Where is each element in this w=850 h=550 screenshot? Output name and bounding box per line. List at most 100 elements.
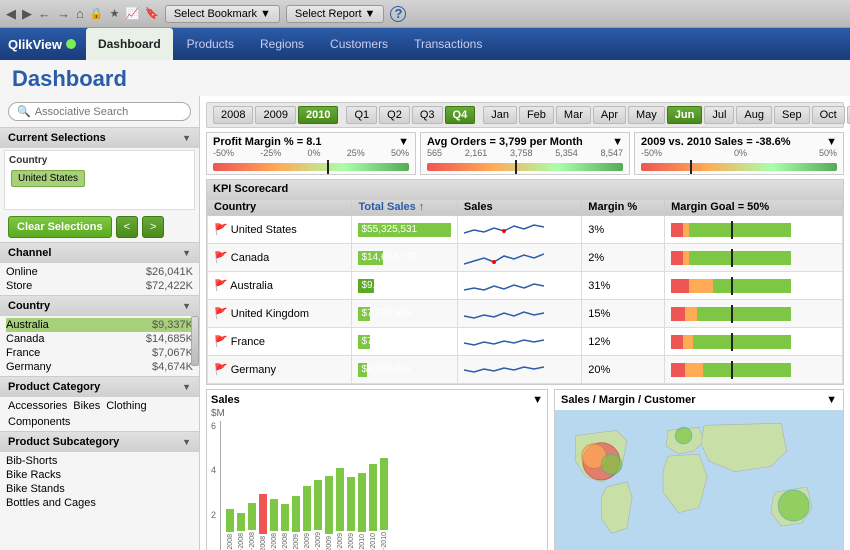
bar-label: Sep-2009 [337, 533, 344, 550]
oct-button[interactable]: Oct [812, 106, 845, 124]
year-2008-button[interactable]: 2008 [213, 106, 253, 124]
cat-components[interactable]: Components [6, 415, 72, 429]
nav-tab-regions[interactable]: Regions [248, 28, 316, 60]
product-category-header[interactable]: Product Category ▼ [0, 377, 199, 397]
apr-button[interactable]: Apr [593, 106, 626, 124]
may-button[interactable]: May [628, 106, 665, 124]
map-title: Sales / Margin / Customer ▼ [555, 390, 843, 410]
nav-tab-customers[interactable]: Customers [318, 28, 400, 60]
bar-item: Jan-2010 [357, 473, 367, 550]
year-2010-button[interactable]: 2010 [298, 106, 338, 124]
bar-label: Jan-2008 [227, 534, 234, 550]
country-item-canada[interactable]: Canada$14,685K [6, 332, 193, 346]
q4-button[interactable]: Q4 [445, 106, 476, 124]
jul-button[interactable]: Jul [704, 106, 734, 124]
forward2-icon[interactable]: → [57, 6, 70, 21]
country-item-germany[interactable]: Germany$4,674K [6, 360, 193, 374]
selection-item[interactable]: United States [11, 170, 85, 187]
country-header[interactable]: Country ▼ [0, 296, 199, 316]
country-item-australia[interactable]: Australia$9,337K [6, 318, 193, 332]
profit-gauge-track [213, 163, 409, 171]
year-2009-button[interactable]: 2009 [255, 106, 295, 124]
col-margin-goal[interactable]: Margin Goal = 50% [665, 199, 843, 216]
right-content: 2008 2009 2010 Q1 Q2 Q3 Q4 Jan Feb Mar A… [200, 96, 850, 550]
back-selection-button[interactable]: < [116, 216, 138, 238]
navigation-bar: QlikView Dashboard Products Regions Cust… [0, 28, 850, 60]
q2-button[interactable]: Q2 [379, 106, 410, 124]
page-title: Dashboard [0, 60, 850, 96]
bar-fill [303, 486, 311, 531]
back2-icon[interactable]: ← [38, 6, 51, 21]
sep-button[interactable]: Sep [774, 106, 810, 124]
bookmark-icon[interactable]: 🔖 [145, 7, 159, 20]
bar-fill [325, 476, 333, 535]
total-sales-cell: $4,674,018 [352, 356, 457, 384]
clear-selections-button[interactable]: Clear Selections [8, 216, 112, 238]
channel-arrow: ▼ [182, 248, 191, 258]
cat-clothing[interactable]: Clothing [104, 399, 148, 413]
cat-accessories[interactable]: Accessories [6, 399, 69, 413]
select-bookmark-button[interactable]: Select Bookmark ▼ [165, 5, 280, 23]
country-cell: 🚩 United States [208, 216, 352, 244]
search-box: 🔍 [8, 102, 191, 121]
jan-button[interactable]: Jan [483, 106, 517, 124]
kpi-sales-comparison: 2009 vs. 2010 Sales = -38.6% ▼ -50%0%50% [634, 132, 844, 175]
lock-icon[interactable]: 🔒 [90, 7, 104, 20]
current-selections-header[interactable]: Current Selections ▼ [0, 128, 199, 148]
margin-cell: 20% [582, 356, 665, 384]
bar-item: Sep-2009 [335, 468, 345, 550]
nav-tab-dashboard[interactable]: Dashboard [86, 28, 173, 60]
bubble-australia [778, 490, 809, 521]
nav-tab-transactions[interactable]: Transactions [402, 28, 494, 60]
help-icon[interactable]: ? [390, 6, 406, 22]
sales-chart-dropdown[interactable]: ▼ [532, 394, 543, 406]
forward-icon[interactable]: ▶ [22, 6, 32, 22]
select-report-button[interactable]: Select Report ▼ [286, 5, 385, 23]
subcat-bike-racks[interactable]: Bike Racks [6, 468, 193, 482]
home-icon[interactable]: ⌂ [76, 6, 84, 21]
country-section: Country ▼ Australia$9,337K Canada$14,685… [0, 295, 199, 376]
channel-item-online[interactable]: Online$26,041K [6, 265, 193, 279]
bar-item: Mar-2008 [236, 513, 246, 550]
country-item-france[interactable]: France$7,067K [6, 346, 193, 360]
sales-sparkline-cell [457, 244, 581, 272]
col-total-sales[interactable]: Total Sales ↑ [352, 199, 457, 216]
forward-selection-button[interactable]: > [142, 216, 164, 238]
jun-button[interactable]: Jun [667, 106, 703, 124]
map-dropdown[interactable]: ▼ [826, 394, 837, 406]
back-icon[interactable]: ◀ [6, 6, 16, 22]
mar-button[interactable]: Mar [556, 106, 591, 124]
channel-header[interactable]: Channel ▼ [0, 243, 199, 263]
kpi-sales-comp-arrow[interactable]: ▼ [826, 136, 837, 148]
search-input[interactable] [35, 106, 182, 118]
bar-fill [248, 503, 256, 530]
bar-label: Jul-2008 [260, 536, 267, 550]
chart-icon[interactable]: 📈 [125, 7, 139, 20]
nav-tab-products[interactable]: Products [175, 28, 246, 60]
subcat-bike-stands[interactable]: Bike Stands [6, 482, 193, 496]
aug-button[interactable]: Aug [736, 106, 772, 124]
cat-bikes[interactable]: Bikes [71, 399, 102, 413]
q1-button[interactable]: Q1 [346, 106, 377, 124]
channel-list: Online$26,041K Store$72,422K [0, 263, 199, 295]
feb-button[interactable]: Feb [519, 106, 554, 124]
q3-button[interactable]: Q3 [412, 106, 443, 124]
star-icon[interactable]: ★ [110, 7, 120, 20]
bar-item: Jul-2009 [324, 476, 334, 550]
channel-label: Channel [8, 247, 51, 259]
bar-label: Jul-2009 [326, 536, 333, 550]
kpi-profit-arrow[interactable]: ▼ [398, 136, 409, 148]
col-sales[interactable]: Sales [457, 199, 581, 216]
product-subcategory-header[interactable]: Product Subcategory ▼ [0, 432, 199, 452]
product-subcategory-list: Bib-Shorts Bike Racks Bike Stands Bottle… [0, 452, 199, 512]
table-row: 🚩 Germany $4,674,018 20% [208, 356, 843, 384]
country-cell: 🚩 Germany [208, 356, 352, 384]
col-margin[interactable]: Margin % [582, 199, 665, 216]
col-country[interactable]: Country [208, 199, 352, 216]
subcat-bib-shorts[interactable]: Bib-Shorts [6, 454, 193, 468]
subcat-bottles[interactable]: Bottles and Cages [6, 496, 193, 510]
bar-label: May-2009 [315, 532, 322, 550]
sales-sparkline-cell [457, 216, 581, 244]
channel-item-store[interactable]: Store$72,422K [6, 279, 193, 293]
kpi-orders-arrow[interactable]: ▼ [612, 136, 623, 148]
